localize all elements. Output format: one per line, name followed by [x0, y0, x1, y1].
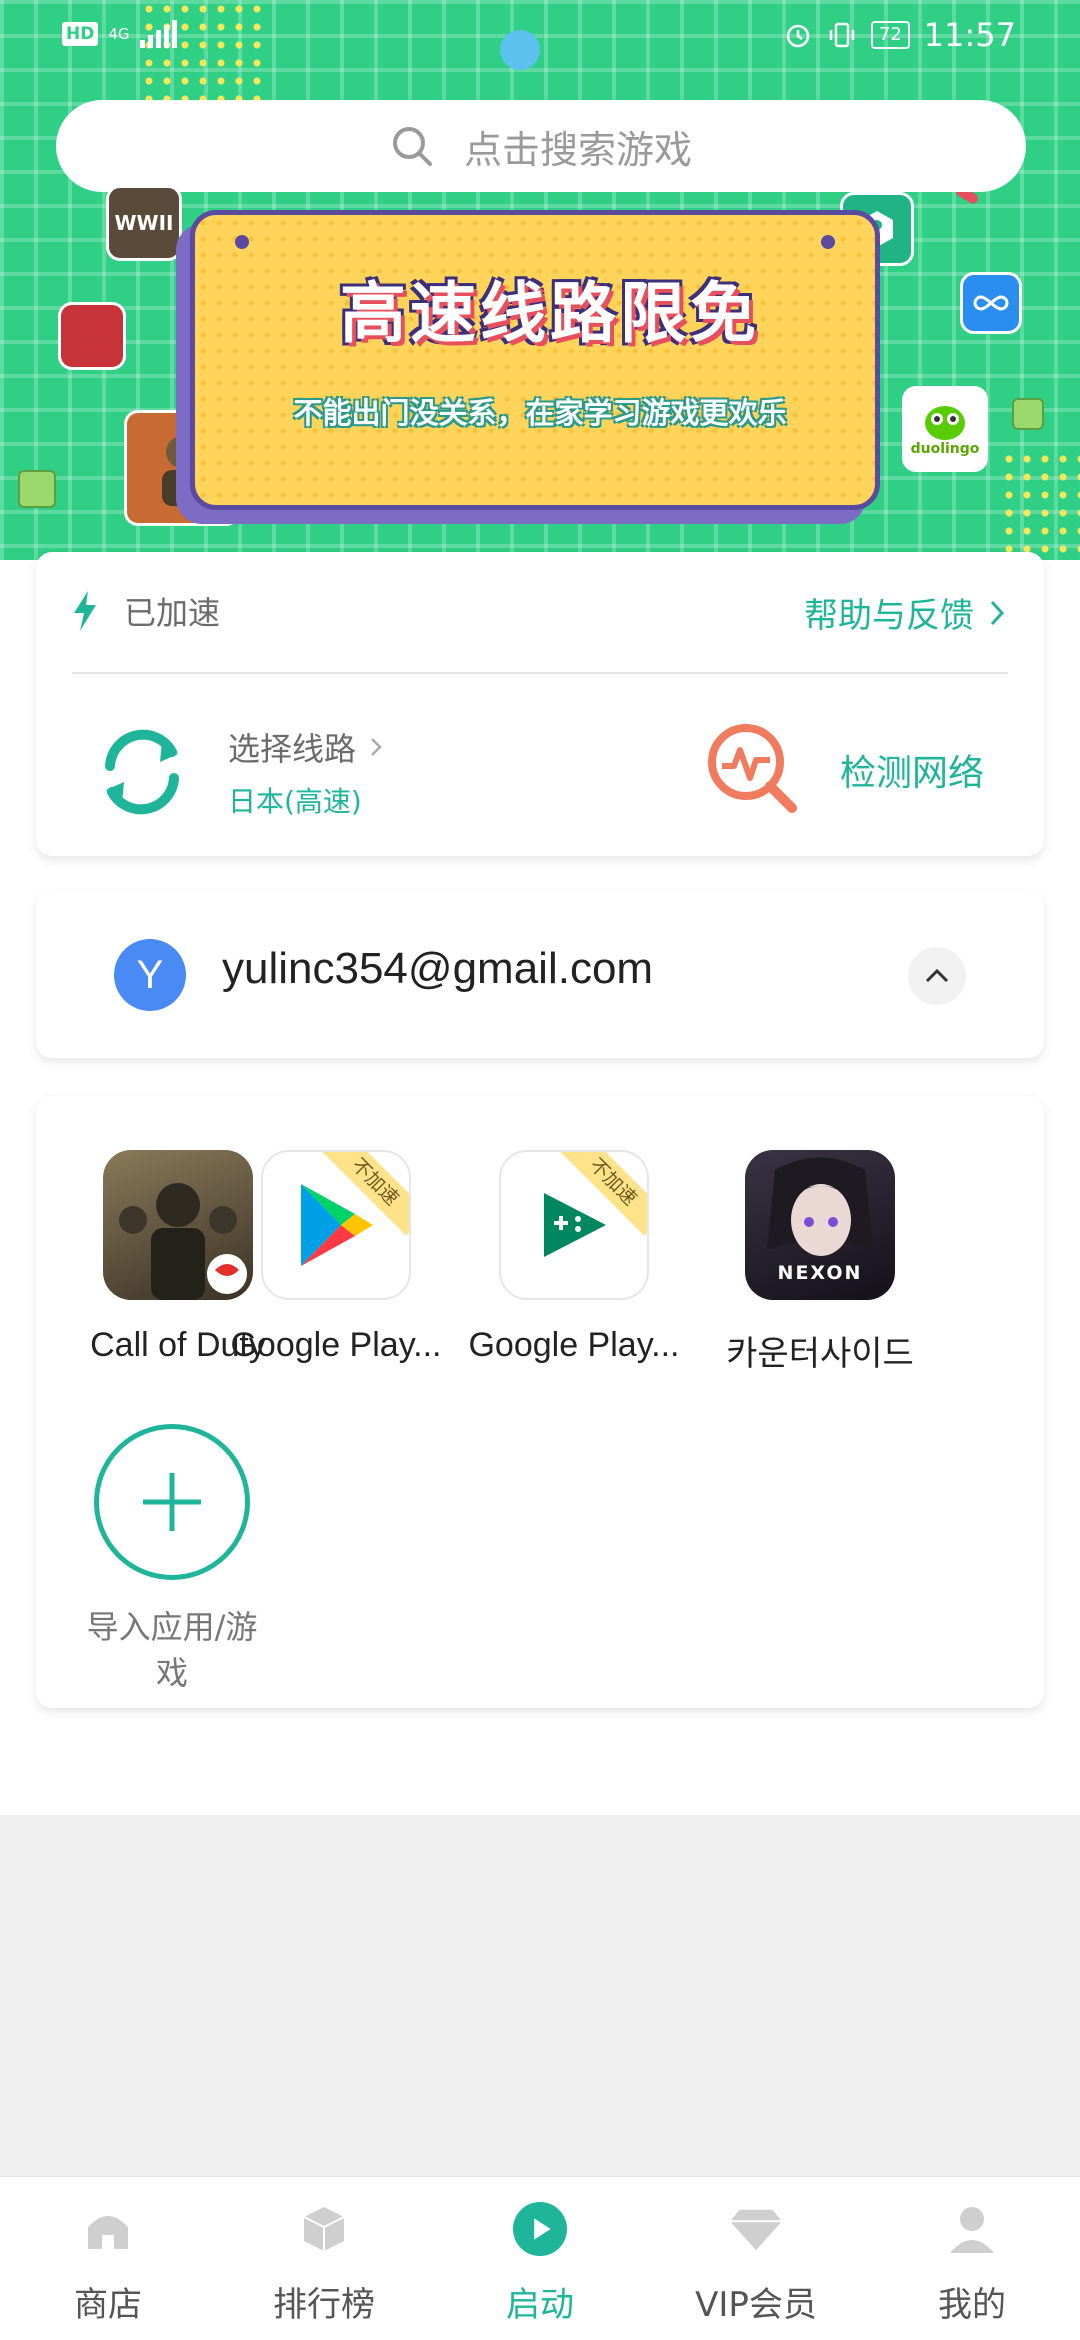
chevron-right-icon: [371, 738, 382, 756]
alarm-icon: [786, 24, 810, 48]
promo-title: 高速线路限免: [340, 275, 760, 352]
owl-icon: [925, 406, 965, 440]
play-icon: [512, 2201, 568, 2257]
plus-icon: [143, 1473, 201, 1531]
search-bar[interactable]: 点击搜索游戏: [56, 100, 1026, 192]
import-app-button[interactable]: 导入应用/游戏: [72, 1424, 272, 1694]
status-bar: HD 4G 72 11:57: [0, 0, 1080, 72]
app-name: 카운터사이드: [726, 1335, 914, 1373]
add-circle: [94, 1424, 250, 1580]
game-tile-soccer: [58, 302, 126, 370]
battery-indicator: 72: [870, 21, 910, 49]
clock: 11:57: [923, 16, 1016, 54]
game-tile-infinity: [960, 272, 1022, 334]
app-item-google-play-store[interactable]: 不加速 Google Play...: [226, 1150, 446, 1365]
game-tile-duolingo: duolingo: [902, 386, 988, 472]
network-type: 4G: [108, 24, 130, 43]
avatar: Y: [114, 939, 186, 1011]
cube-icon: [296, 2201, 352, 2257]
route-selector[interactable]: 选择线路 日本(高速): [228, 724, 384, 820]
apps-card: Call of Duty 不加速 Google Play... 不加速 Goog…: [36, 1096, 1044, 1708]
nav-label: VIP会员: [695, 2285, 817, 2325]
nav-label: 商店: [74, 2285, 142, 2325]
account-card[interactable]: Y yulinc354@gmail.com: [36, 892, 1044, 1058]
tile-label: duolingo: [910, 441, 980, 457]
infinity-icon: [973, 295, 1009, 311]
search-icon: [392, 127, 432, 166]
collapse-button[interactable]: [908, 947, 966, 1005]
nav-label: 启动: [506, 2285, 574, 2325]
accel-status-label: 已加速: [124, 594, 221, 632]
vibrate-icon: [829, 22, 855, 48]
accel-status: 已加速: [72, 588, 220, 634]
counterside-icon: NEXON: [745, 1150, 895, 1300]
app-name: Google Play...: [230, 1326, 442, 1364]
google-play-games-icon: 不加速: [499, 1150, 649, 1300]
app-item-counterside[interactable]: NEXON 카운터사이드: [710, 1150, 930, 1375]
google-play-store-icon: 不加速: [261, 1150, 411, 1300]
banner-confetti: [1012, 398, 1044, 430]
game-controller-icon: [544, 1193, 606, 1257]
app-item-google-play-games[interactable]: 不加速 Google Play...: [464, 1150, 684, 1365]
import-app-label: 导入应用/游戏: [86, 1608, 258, 1692]
help-feedback-label: 帮助与反馈: [804, 596, 974, 636]
chevron-right-icon: [990, 600, 1005, 625]
signal-icon: [139, 20, 177, 48]
promo-banner[interactable]: HD 4G 72 11:57 点击搜索游戏 WWII duolingo 高速线路…: [0, 0, 1080, 580]
nav-item-ranking[interactable]: 排行榜: [216, 2177, 432, 2340]
route-label: 选择线路: [228, 730, 357, 768]
help-feedback-link[interactable]: 帮助与反馈: [804, 588, 1008, 637]
nav-label: 我的: [938, 2285, 1006, 2325]
route-value: 日本(高速): [228, 785, 362, 818]
lightning-icon: [74, 591, 96, 631]
divider: [72, 672, 1008, 674]
account-email: yulinc354@gmail.com: [222, 944, 654, 993]
search-placeholder: 点击搜索游戏: [463, 127, 692, 172]
chevron-up-icon: [925, 968, 949, 983]
app-name: Google Play...: [468, 1326, 680, 1364]
bottom-navigation: 商店 排行榜 启动 VIP会员 我的: [0, 2176, 1080, 2340]
banner-confetti: [18, 470, 56, 508]
tile-label: WWII: [114, 211, 174, 235]
nav-item-vip[interactable]: VIP会员: [648, 2177, 864, 2340]
game-tile-wwii: WWII: [106, 185, 182, 261]
nav-item-mine[interactable]: 我的: [864, 2177, 1080, 2340]
refresh-route-icon[interactable]: [92, 722, 192, 822]
nav-item-launch[interactable]: 启动: [432, 2177, 648, 2340]
network-detect-icon[interactable]: [704, 720, 800, 816]
network-detect-button[interactable]: 检测网络: [840, 744, 984, 796]
hd-badge: HD: [62, 22, 99, 46]
acceleration-card: 已加速 帮助与反馈 选择线路 日本(高速) 检测网络: [36, 552, 1044, 856]
home-icon: [80, 2201, 136, 2257]
promo-card: 高速线路限免 不能出门没关系，在家学习游戏更欢乐: [190, 210, 880, 510]
diamond-icon: [728, 2201, 784, 2257]
nav-item-store[interactable]: 商店: [0, 2177, 216, 2340]
promo-subtitle: 不能出门没关系，在家学习游戏更欢乐: [293, 396, 787, 430]
person-icon: [944, 2201, 1000, 2257]
nexon-logo: NEXON: [777, 1262, 863, 1284]
nav-label: 排行榜: [273, 2285, 375, 2325]
